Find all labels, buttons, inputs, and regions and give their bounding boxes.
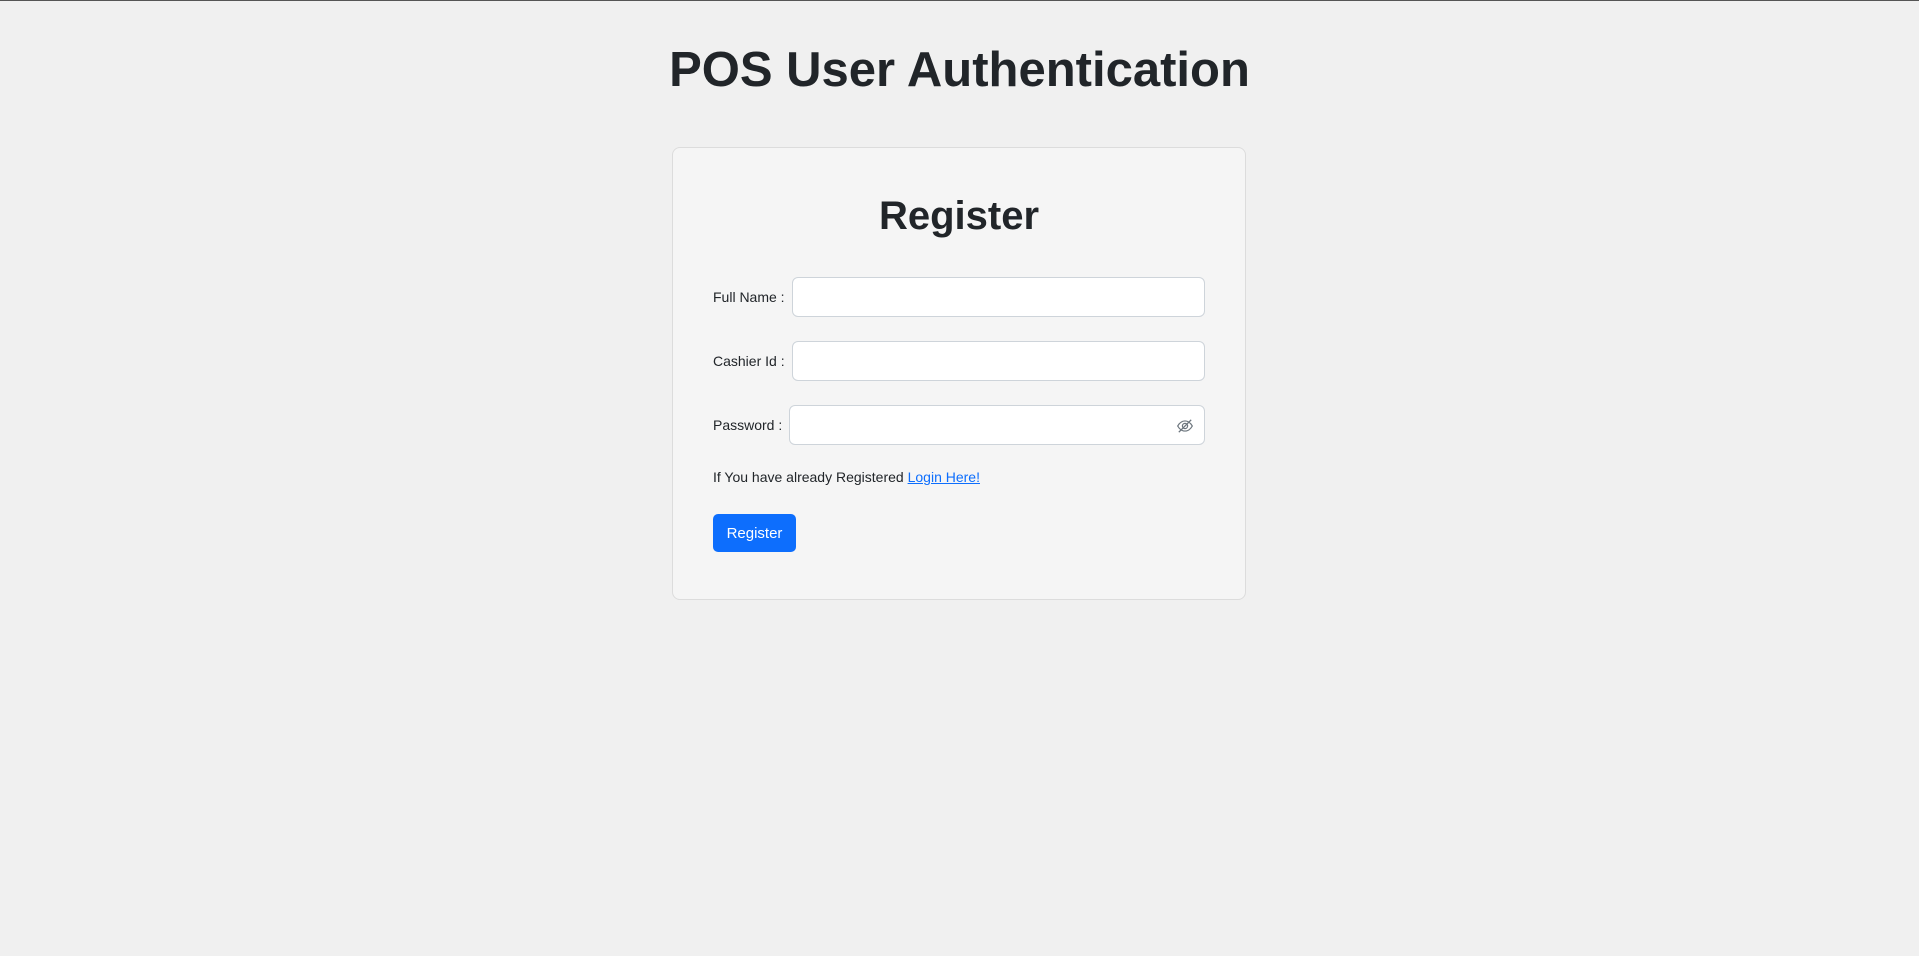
login-hint: If You have already Registered Login Her… xyxy=(713,468,980,486)
password-label: Password : xyxy=(713,417,783,433)
eye-slash-icon[interactable] xyxy=(1176,417,1194,435)
full-name-label: Full Name : xyxy=(713,289,785,305)
cashier-id-label: Cashier Id : xyxy=(713,353,785,369)
login-link[interactable]: Login Here! xyxy=(908,469,980,485)
register-card: Register Full Name : Cashier Id : Passwo… xyxy=(672,147,1246,600)
password-input[interactable] xyxy=(790,406,1184,444)
password-row: Password : xyxy=(713,405,1205,445)
page-title: POS User Authentication xyxy=(669,43,1250,97)
cashier-id-input[interactable] xyxy=(791,341,1205,381)
top-border xyxy=(0,0,1919,1)
full-name-input[interactable] xyxy=(791,277,1205,317)
cashier-id-row: Cashier Id : xyxy=(713,341,1205,381)
password-field xyxy=(789,405,1205,445)
full-name-row: Full Name : xyxy=(713,277,1205,317)
register-heading: Register xyxy=(878,194,1040,238)
register-button[interactable]: Register xyxy=(713,514,796,552)
login-hint-text: If You have already Registered xyxy=(713,469,904,485)
